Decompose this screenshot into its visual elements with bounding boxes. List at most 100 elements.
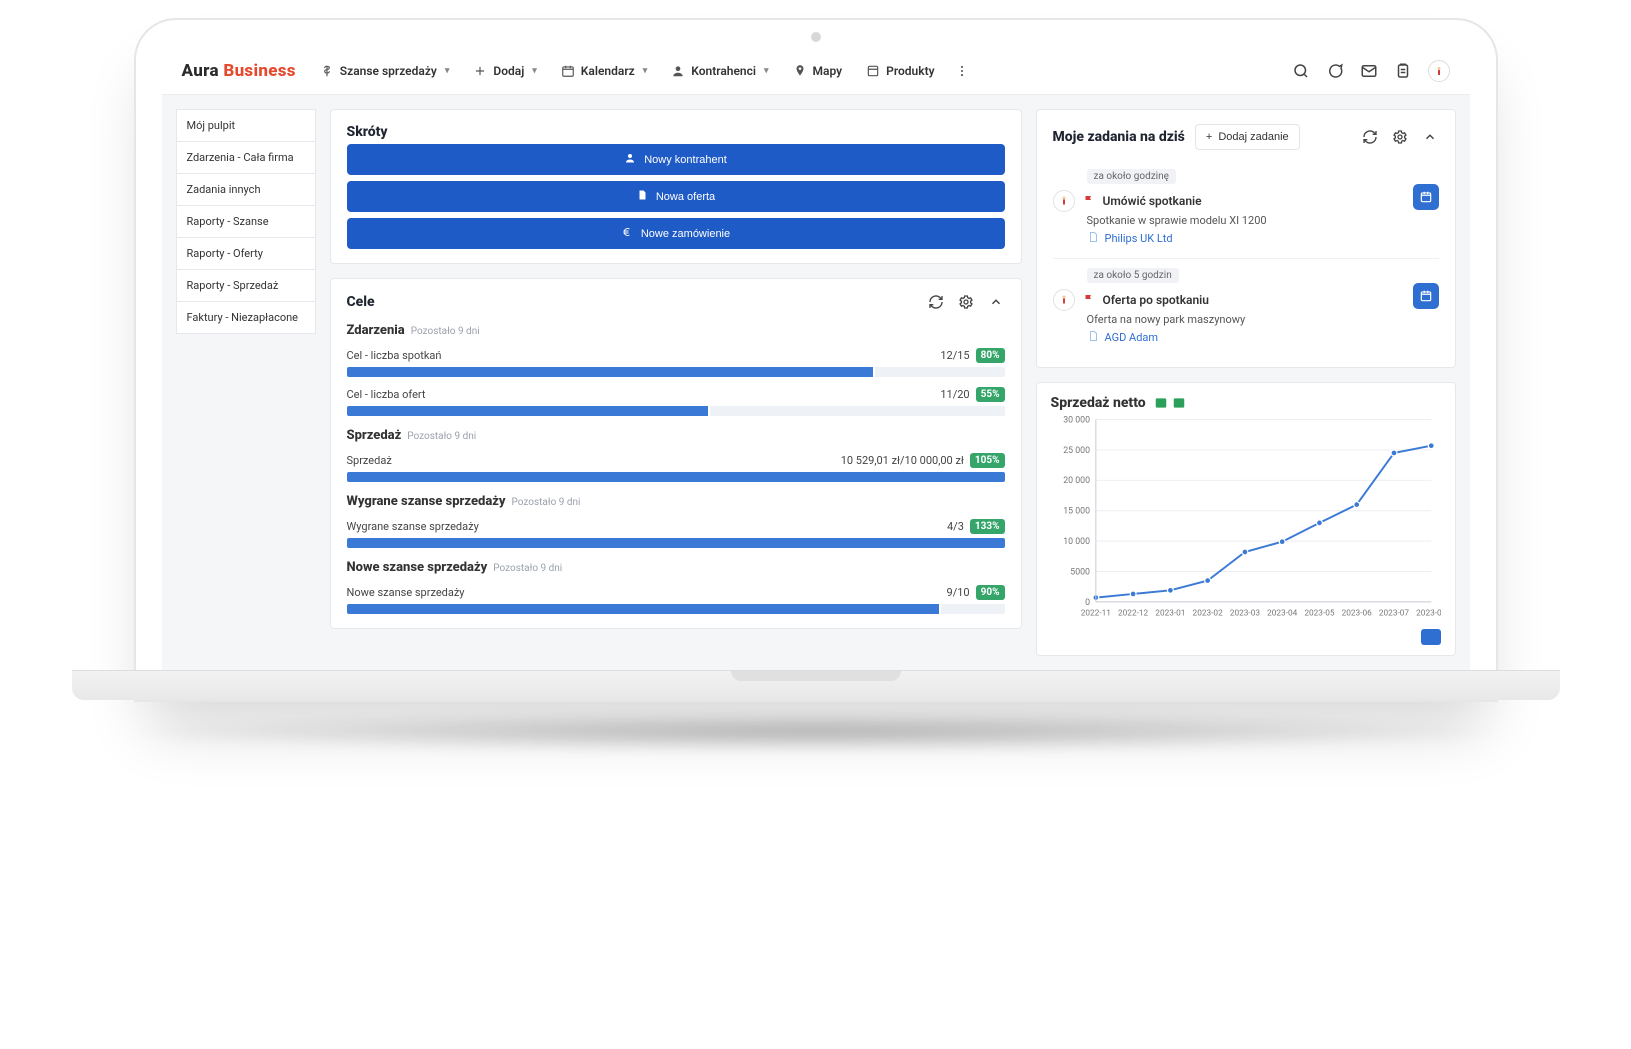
mail-button[interactable]: [1360, 62, 1378, 80]
task-avatar: [1053, 190, 1075, 212]
goal-label: Wygrane szanse sprzedaży: [347, 520, 479, 533]
svg-text:30 000: 30 000: [1063, 415, 1090, 425]
shortcut-new-contractor[interactable]: Nowy kontrahent: [347, 144, 1005, 175]
svg-text:2023-08: 2023-08: [1416, 609, 1441, 619]
chart-export-icons[interactable]: [1154, 396, 1186, 410]
svg-text:2022-11: 2022-11: [1080, 609, 1110, 619]
line-chart: 0500010 00015 00020 00025 00030 0002022-…: [1051, 411, 1441, 626]
shortcuts-card: Skróty Nowy kontrahent Nowa oferta Nowe …: [330, 109, 1022, 264]
file-icon: [636, 189, 648, 204]
svg-text:0: 0: [1085, 598, 1090, 608]
gear-button[interactable]: [1391, 128, 1409, 146]
progress-bar: [347, 538, 1005, 548]
dollar-icon: [320, 64, 334, 78]
person-icon: [671, 64, 685, 78]
calendar-icon: [561, 64, 575, 78]
kebab-icon: [955, 64, 969, 78]
chart-card: Sprzedaż netto 0500010 00015 00020 00025…: [1036, 382, 1456, 656]
svg-text:2023-05: 2023-05: [1304, 609, 1335, 619]
add-task-button[interactable]: + Dodaj zadanie: [1195, 124, 1300, 150]
pin-icon: [793, 64, 807, 78]
search-button[interactable]: [1292, 62, 1310, 80]
flag-icon: [1083, 194, 1095, 209]
svg-text:15 000: 15 000: [1063, 507, 1090, 517]
svg-text:2023-04: 2023-04: [1267, 609, 1298, 619]
task-item: za około 5 godzin Oferta po spotkaniu Of…: [1053, 258, 1439, 353]
goal-percent-badge: 80%: [976, 348, 1005, 363]
plus-icon: +: [1206, 131, 1212, 143]
nav-sales-opportunities[interactable]: Szanse sprzedaży▾: [310, 58, 460, 84]
goal-row: Sprzedaż 10 529,01 zł/10 000,00 zł 105%: [347, 453, 1005, 482]
shortcut-new-offer[interactable]: Nowa oferta: [347, 181, 1005, 212]
goal-row: Cel - liczba spotkań 12/15 80%: [347, 348, 1005, 377]
sidebar-item[interactable]: Zadania innych: [176, 173, 316, 205]
goal-section-header: Nowe szanse sprzedażyPozostało 9 dni: [347, 560, 1005, 575]
goal-value: 4/3: [947, 520, 964, 533]
svg-text:25 000: 25 000: [1063, 446, 1090, 456]
nav-calendar[interactable]: Kalendarz▾: [551, 58, 657, 84]
svg-text:2023-01: 2023-01: [1155, 609, 1185, 619]
goal-percent-badge: 105%: [970, 453, 1005, 468]
goals-title: Cele: [347, 294, 375, 310]
sidebar-item[interactable]: Mój pulpit: [176, 109, 316, 141]
svg-text:2023-06: 2023-06: [1341, 609, 1372, 619]
task-time-chip: za około 5 godzin: [1087, 268, 1179, 283]
refresh-button[interactable]: [927, 293, 945, 311]
goal-row: Cel - liczba ofert 11/20 55%: [347, 387, 1005, 416]
sidebar-item[interactable]: Raporty - Sprzedaż: [176, 269, 316, 301]
refresh-button[interactable]: [1361, 128, 1379, 146]
plus-icon: [473, 64, 487, 78]
svg-text:5000: 5000: [1070, 567, 1090, 577]
sidebar-item[interactable]: Raporty - Szanse: [176, 205, 316, 237]
collapse-button[interactable]: [987, 293, 1005, 311]
chevron-down-icon: ▾: [532, 66, 537, 76]
progress-bar: [347, 406, 1005, 416]
nav-maps[interactable]: Mapy: [783, 58, 853, 84]
laptop-base: [72, 670, 1560, 700]
goal-value: 12/15: [940, 349, 969, 362]
goal-label: Cel - liczba spotkań: [347, 349, 442, 362]
chat-button[interactable]: [1326, 62, 1344, 80]
task-item: za około godzinę Umówić spotkanie Spotka…: [1053, 160, 1439, 254]
chevron-down-icon: ▾: [764, 66, 769, 76]
flag-icon: [1083, 293, 1095, 308]
task-title[interactable]: Umówić spotkanie: [1103, 194, 1202, 208]
nav-add[interactable]: Dodaj▾: [463, 58, 546, 84]
task-time-chip: za około godzinę: [1087, 169, 1176, 184]
goal-label: Cel - liczba ofert: [347, 388, 426, 401]
nav-contractors[interactable]: Kontrahenci▾: [661, 58, 778, 84]
chart-title: Sprzedaż netto: [1051, 395, 1146, 411]
goal-label: Sprzedaż: [347, 454, 392, 467]
task-contractor-link[interactable]: AGD Adam: [1087, 330, 1159, 345]
progress-bar: [347, 604, 1005, 614]
app-logo: Aura Business: [182, 61, 296, 81]
nav-more[interactable]: [949, 58, 975, 84]
collapse-button[interactable]: [1421, 128, 1439, 146]
goal-value: 11/20: [940, 388, 969, 401]
gear-button[interactable]: [957, 293, 975, 311]
goal-section-header: Wygrane szanse sprzedażyPozostało 9 dni: [347, 494, 1005, 509]
nav-products[interactable]: Produkty: [856, 58, 944, 84]
tasks-title: Moje zadania na dziś: [1053, 129, 1185, 145]
sidebar-item[interactable]: Zdarzenia - Cała firma: [176, 141, 316, 173]
task-contractor-link[interactable]: Philips UK Ltd: [1087, 231, 1173, 246]
task-calendar-button[interactable]: [1413, 184, 1439, 210]
user-avatar[interactable]: [1428, 60, 1450, 82]
progress-bar: [347, 472, 1005, 482]
task-calendar-button[interactable]: [1413, 283, 1439, 309]
sidebar-item[interactable]: Faktury - Niezapłacone: [176, 301, 316, 334]
task-title[interactable]: Oferta po spotkaniu: [1103, 293, 1210, 307]
svg-text:20 000: 20 000: [1063, 476, 1090, 486]
goal-row: Nowe szanse sprzedaży 9/10 90%: [347, 585, 1005, 614]
goal-percent-badge: 133%: [970, 519, 1005, 534]
svg-text:2022-12: 2022-12: [1118, 609, 1149, 619]
sidebar-item[interactable]: Raporty - Oferty: [176, 237, 316, 269]
table-view-button[interactable]: [1421, 629, 1441, 645]
progress-bar: [347, 367, 1005, 377]
goal-value: 9/10: [947, 586, 970, 599]
person-icon: [624, 152, 636, 167]
box-icon: [866, 64, 880, 78]
shortcut-new-order[interactable]: Nowe zamówienie: [347, 218, 1005, 249]
goals-card: Cele ZdarzeniaPozostało 9 dni Cel - licz…: [330, 278, 1022, 629]
clipboard-button[interactable]: [1394, 62, 1412, 80]
